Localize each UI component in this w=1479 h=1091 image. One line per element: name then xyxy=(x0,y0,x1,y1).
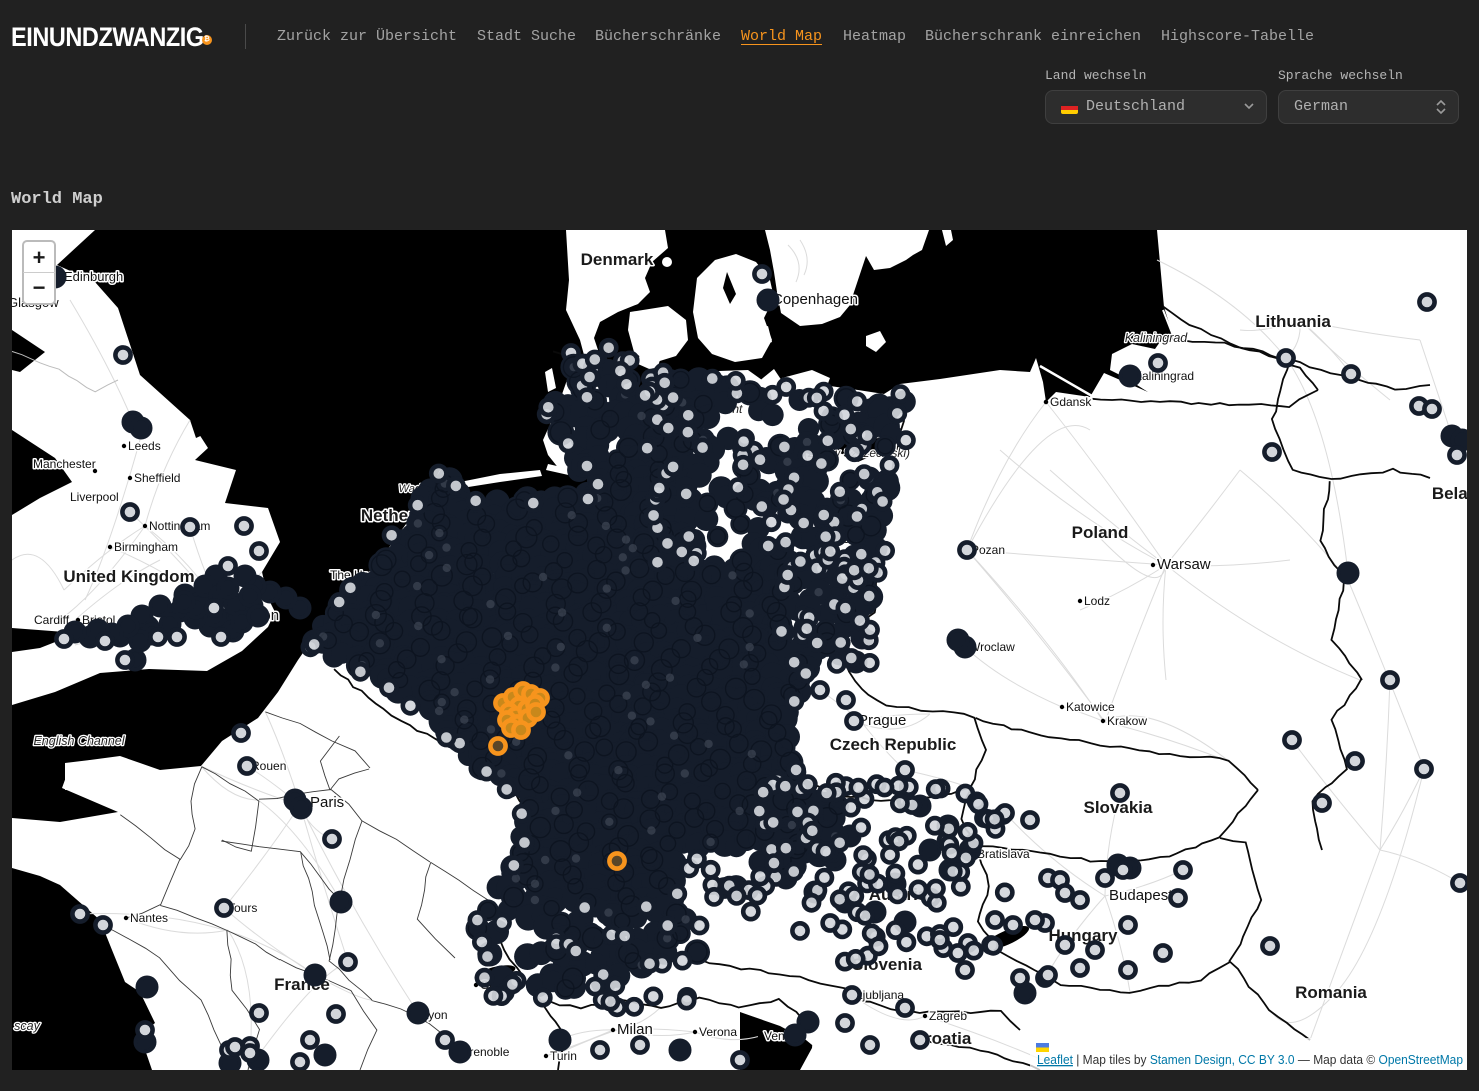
svg-text:Belarus: Belarus xyxy=(1432,484,1467,503)
svg-text:Verona: Verona xyxy=(699,1025,737,1039)
svg-text:Budapest: Budapest xyxy=(1109,887,1173,904)
svg-text:Kaliningrad: Kaliningrad xyxy=(1134,369,1194,383)
svg-text:Czech Republic: Czech Republic xyxy=(830,735,957,754)
svg-text:United Kingdom: United Kingdom xyxy=(63,567,194,586)
svg-text:Cardiff: Cardiff xyxy=(34,613,70,627)
svg-text:Paris: Paris xyxy=(310,794,344,811)
svg-text:+: + xyxy=(33,245,46,270)
svg-text:Poland: Poland xyxy=(1072,523,1129,542)
svg-text:Nantes: Nantes xyxy=(130,911,168,925)
svg-text:Leaflet | Map tiles by Stamen: Leaflet | Map tiles by Stamen Design, CC… xyxy=(1037,1052,1463,1067)
svg-text:Gdansk: Gdansk xyxy=(1050,395,1092,409)
svg-text:Kaliningrad: Kaliningrad xyxy=(1125,331,1189,345)
svg-text:Copenhagen: Copenhagen xyxy=(772,291,858,308)
svg-text:Krakow: Krakow xyxy=(1107,714,1147,728)
svg-text:Denmark: Denmark xyxy=(581,250,654,269)
svg-text:Milan: Milan xyxy=(617,1021,653,1038)
svg-text:English Channel: English Channel xyxy=(33,734,125,748)
svg-text:Romania: Romania xyxy=(1295,983,1367,1002)
svg-text:Prague: Prague xyxy=(858,712,906,729)
svg-text:scay: scay xyxy=(14,1019,40,1033)
svg-text:Liverpool: Liverpool xyxy=(70,490,119,504)
svg-text:Nottingham: Nottingham xyxy=(149,519,210,533)
svg-text:Bratislava: Bratislava xyxy=(977,847,1030,861)
svg-text:Manchester: Manchester xyxy=(33,457,96,471)
svg-text:Lithuania: Lithuania xyxy=(1255,312,1331,331)
svg-text:Leeds: Leeds xyxy=(128,439,161,453)
svg-text:−: − xyxy=(33,275,46,300)
svg-text:Zagreb: Zagreb xyxy=(929,1009,967,1023)
svg-text:Turin: Turin xyxy=(550,1049,577,1063)
svg-text:Edinburgh: Edinburgh xyxy=(64,269,123,284)
svg-text:Birmingham: Birmingham xyxy=(114,540,178,554)
svg-text:Lodz: Lodz xyxy=(1084,594,1110,608)
svg-text:Sheffield: Sheffield xyxy=(134,471,180,485)
svg-text:Warsaw: Warsaw xyxy=(1157,556,1211,573)
svg-text:Katowice: Katowice xyxy=(1066,700,1115,714)
svg-text:Ljubljana: Ljubljana xyxy=(856,988,904,1002)
